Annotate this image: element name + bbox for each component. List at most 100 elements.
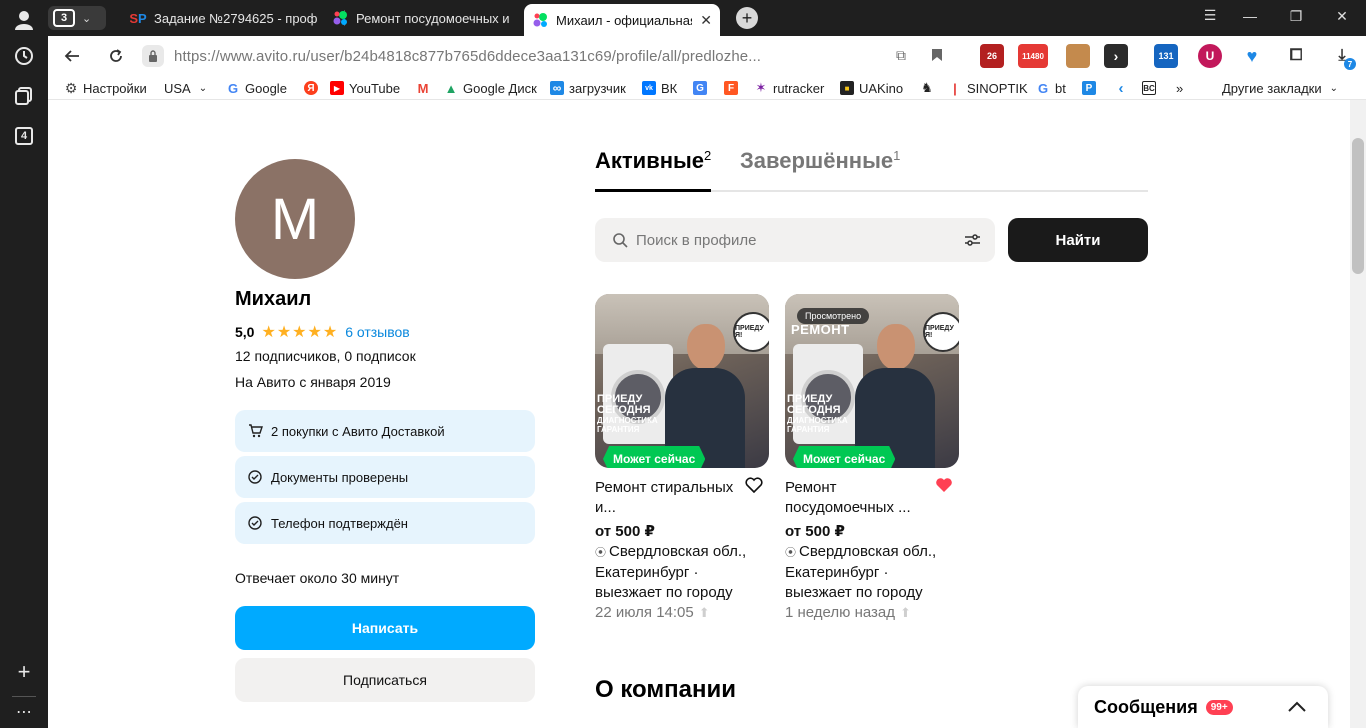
bookmark-gmail[interactable]: M [416,79,435,97]
arrow-extension-icon[interactable]: › [1104,44,1128,68]
gear-icon: ⚙ [64,79,78,96]
listing-title[interactable]: Ремонт стиральных и... [595,478,743,518]
youtube-icon: ▶ [330,81,344,95]
check-icon [247,469,263,485]
find-button[interactable]: Найти [1008,218,1148,262]
bookmark-bt[interactable]: Gbt [1036,79,1066,97]
bookmark-bc[interactable]: BC [1142,79,1161,97]
other-bookmarks[interactable]: Другие закладки ⌄ [1222,79,1338,97]
bookmark-uakino[interactable]: ■ UAKino [840,79,903,97]
bookmark-google[interactable]: G Google [226,79,287,97]
tab-completed-listings[interactable]: Завершённые1 [740,148,900,192]
avito-favicon-icon [332,10,348,26]
chevron-left-icon: ‹ [1118,79,1124,97]
scrollbar-thumb[interactable] [1352,138,1364,274]
search-placeholder: Поиск в профиле [636,231,757,249]
profile-search-input[interactable]: Поиск в профиле [595,218,995,262]
collections-icon[interactable] [12,84,36,108]
url-text: https://www.avito.ru/user/b24b4818c877b7… [174,47,762,65]
browser-sidebar: 4 + ⋯ [0,0,48,728]
chevron-down-icon: ⌄ [82,12,92,25]
listing-date: 22 июля 14:05 ⬆ [595,604,710,621]
sp-favicon-icon: SP [130,10,147,26]
tab-count-button[interactable]: 3 ⌄ [48,6,106,30]
box-extension-icon[interactable] [1066,44,1090,68]
image-circle-label: ПРИЕДУ Я! [923,312,959,352]
back-icon[interactable] [60,44,84,68]
bookmark-google-drive[interactable]: ▲ Google Диск [444,79,537,97]
profile-icon[interactable] [12,8,36,32]
chevron-up-icon[interactable] [1288,696,1306,717]
bookmark-settings[interactable]: ⚙ Настройки [64,79,147,97]
bookmark-downloader[interactable]: ∞ загрузчик [550,79,626,97]
bookmark-f[interactable]: F [724,79,743,97]
reload-icon[interactable] [104,44,128,68]
image-overlay-text: ПРИЕДУ СЕГОДНЯ ДИАГНОСТИКА ГАРАНТИЯ [597,393,658,435]
add-panel-icon[interactable]: + [12,659,36,684]
bookmark-google-translate[interactable]: G [693,79,712,97]
tab-remont[interactable]: Ремонт посудомоечных и [332,4,518,32]
listing-date: 1 неделю назад ⬆ [785,604,911,621]
bookmark-sinoptik[interactable]: | SINOPTIK [948,79,1028,97]
completed-count: 1 [893,148,901,163]
bookmark-p[interactable]: P [1082,79,1101,97]
tab-mikhail-active[interactable]: Михаил - официальная с ✕ [524,4,720,36]
heart-extension-icon[interactable]: ♥ [1240,44,1264,68]
bookmark-yandex[interactable]: Я [304,79,323,97]
tab-groups-icon[interactable]: 4 [12,124,36,148]
tab-zadanie[interactable]: SP Задание №2794625 - проф [130,4,340,32]
translate-icon[interactable]: ⧉ [892,46,910,64]
listing-tabs: Активные2 Завершённые1 [595,148,1148,192]
tab-active-listings[interactable]: Активные2 [595,148,712,192]
extension-badge-26[interactable]: 26 [980,44,1004,68]
write-message-button[interactable]: Написать [235,606,535,650]
listing-title[interactable]: Ремонт посудомоечных ... [785,478,933,518]
url-field[interactable]: https://www.avito.ru/user/b24b4818c877b7… [142,42,938,70]
puzzle-extension-icon[interactable]: ⧠ [1284,44,1308,68]
ublock-icon[interactable]: U [1198,44,1222,68]
restore-icon[interactable]: ❐ [1286,8,1306,25]
available-now-badge: Может сейчас [603,446,706,468]
bookmark-rutracker[interactable]: ✶ rutracker [754,79,825,97]
calendar-extension-icon[interactable]: 131 [1154,44,1178,68]
close-window-icon[interactable]: ✕ [1332,8,1352,25]
bookmark-usa[interactable]: USA ⌄ [164,79,207,97]
f-icon: F [724,81,738,95]
close-tab-icon[interactable]: ✕ [692,12,712,29]
minimize-icon[interactable]: — [1240,8,1260,24]
bookmarks-overflow[interactable]: » [1176,79,1183,97]
tab-groups-count: 4 [15,127,33,145]
response-time-text: Отвечает около 30 минут [235,570,400,586]
subscribe-button[interactable]: Подписаться [235,658,535,702]
bookmark-youtube[interactable]: ▶ YouTube [330,79,400,97]
listing-image[interactable]: ПРИЕДУ Я! РЕМОНТ Просмотрено ПРИЕДУ СЕГО… [785,294,959,468]
new-tab-button[interactable]: + [736,7,758,29]
history-icon[interactable] [12,44,36,68]
avatar[interactable]: М [235,159,355,279]
listing-card[interactable]: ПРИЕДУ Я! ПРИЕДУ СЕГОДНЯ ДИАГНОСТИКА ГАР… [595,294,769,621]
subscribers-text: 12 подписчиков, 0 подписок [235,348,416,364]
bookmark-kotlin[interactable]: ‹ [1114,79,1133,97]
bc-icon: BC [1142,81,1156,95]
profile-name: Михаил [235,288,312,310]
messenger-widget[interactable]: Сообщения 99+ [1078,686,1328,728]
listing-card[interactable]: ПРИЕДУ Я! РЕМОНТ Просмотрено ПРИЕДУ СЕГО… [785,294,959,621]
filter-icon[interactable] [963,231,981,249]
rating-stars-icon: ★★★★★ [261,324,339,341]
bookmarks-bar: ⚙ Настройки USA ⌄ G Google Я ▶ YouTube M ▲ Go… [48,76,1366,100]
tab-bar: 3 ⌄ SP Задание №2794625 - проф Ремонт по… [48,0,1366,36]
favorite-heart-filled-icon[interactable] [935,476,953,494]
bookmark-vk[interactable]: vk ВК [642,79,677,97]
p-icon: P [1082,81,1096,95]
bookmark-chess[interactable]: ♞ [920,79,939,97]
favorite-heart-icon[interactable] [745,476,763,494]
bookmark-icon[interactable] [928,46,946,64]
listing-price: от 500 ₽ [785,523,845,540]
listing-image[interactable]: ПРИЕДУ Я! ПРИЕДУ СЕГОДНЯ ДИАГНОСТИКА ГАР… [595,294,769,468]
reviews-link[interactable]: 6 отзывов [345,324,410,340]
more-icon[interactable]: ⋯ [12,700,36,724]
menu-icon[interactable]: ☰ [1200,7,1220,24]
lock-icon[interactable] [142,45,164,67]
listing-price: от 500 ₽ [595,523,655,540]
extension-badge-11480[interactable]: 11480 [1018,44,1048,68]
